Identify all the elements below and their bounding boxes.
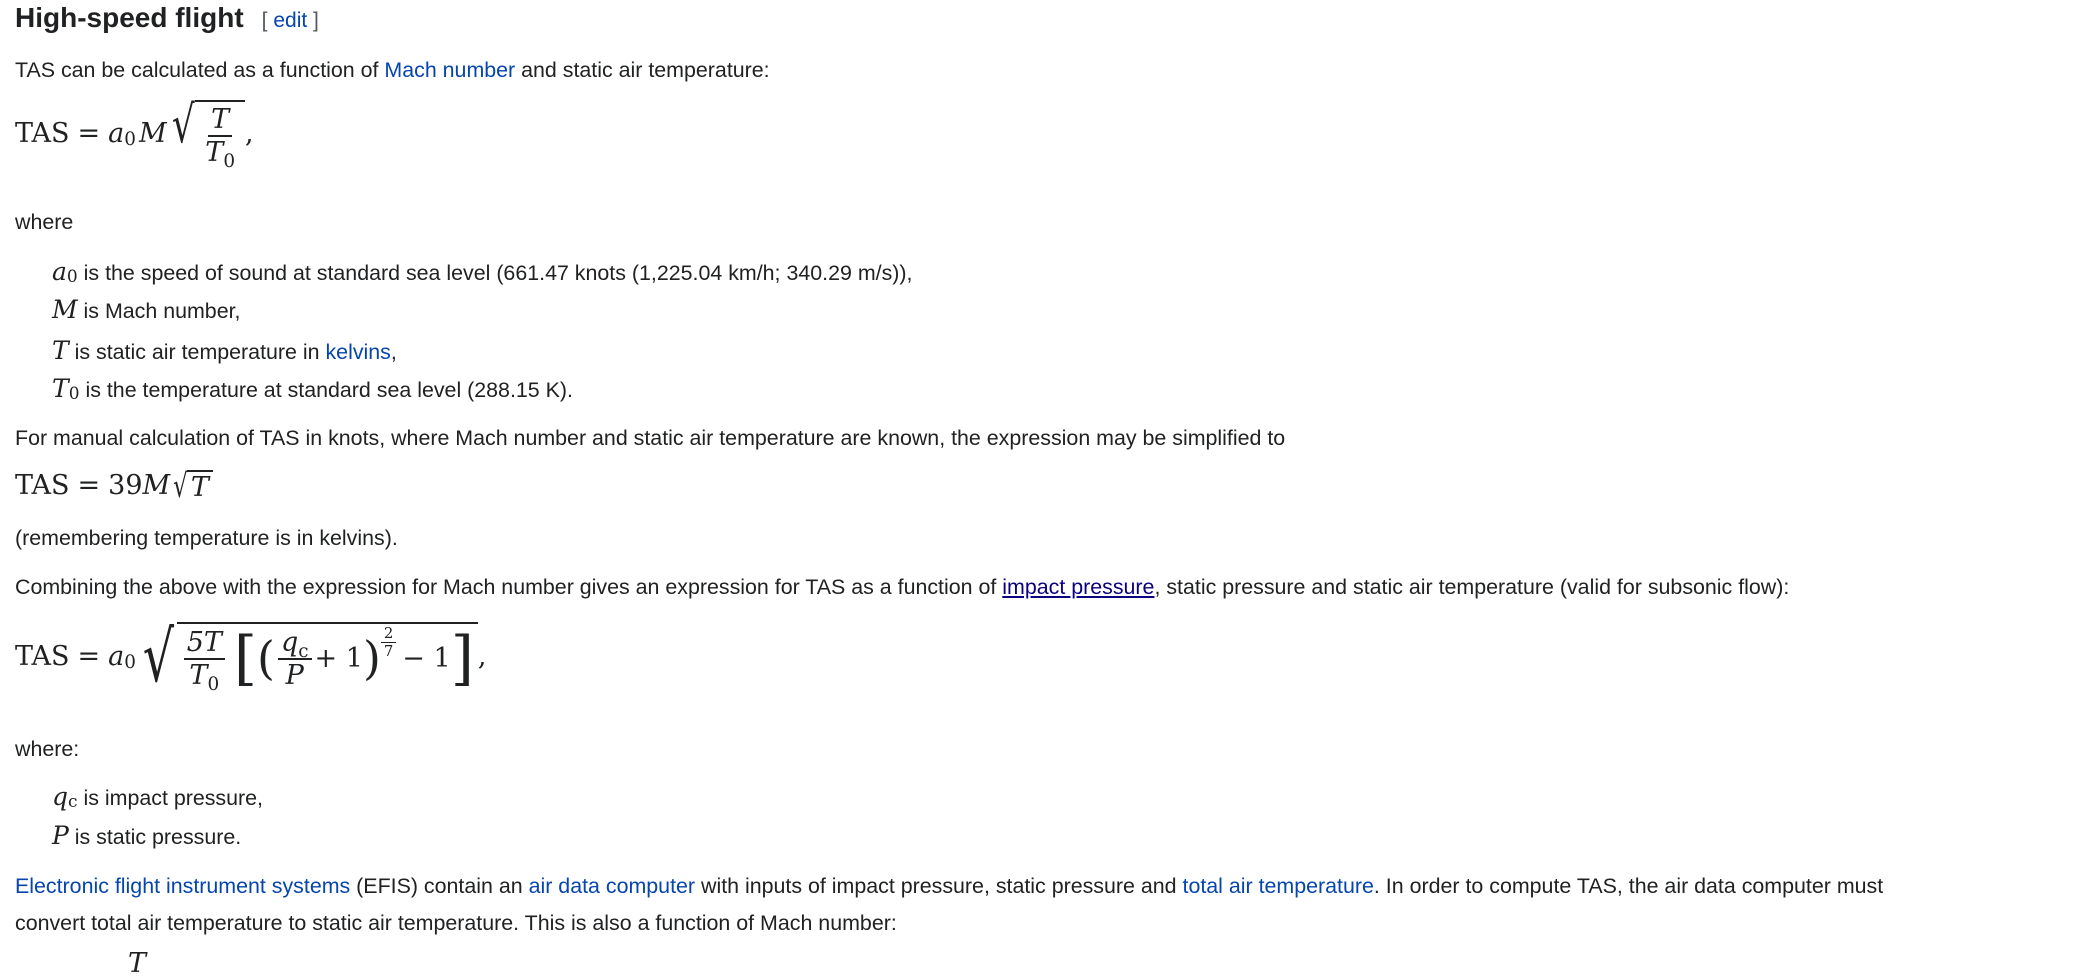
link-mach-number[interactable]: Mach number: [384, 58, 515, 82]
definition-P: P is static pressure.: [52, 821, 242, 850]
link-efis[interactable]: Electronic flight instrument systems: [15, 874, 350, 898]
formula-tas-mach: TAS = a 0 M √ T T0,: [15, 95, 254, 172]
where-label: where: [15, 210, 74, 234]
formula-partial-cutoff: T: [128, 948, 147, 979]
edit-link[interactable]: edit: [273, 9, 307, 32]
heading-title: High-speed flight: [15, 2, 244, 33]
definition-T0: T0 is the temperature at standard sea le…: [52, 374, 573, 405]
paragraph-remembering: (remembering temperature is in kelvins).: [15, 526, 398, 550]
link-impact-pressure[interactable]: impact pressure: [1002, 575, 1154, 599]
paragraph-manual: For manual calculation of TAS in knots, …: [15, 426, 1286, 450]
definition-qc: qc is impact pressure,: [52, 782, 263, 813]
formula-tas-simplified: TAS = 39 M √ T: [15, 470, 213, 502]
paragraph-efis: Electronic flight instrument systems (EF…: [15, 874, 1884, 898]
paragraph-efis-line2: convert total air temperature to static …: [15, 911, 897, 935]
where-label-2: where:: [15, 737, 80, 761]
section-heading: High-speed flight [ edit ]: [15, 2, 319, 34]
paragraph-combining: Combining the above with the expression …: [15, 575, 1790, 599]
paragraph-intro: TAS can be calculated as a function of M…: [15, 58, 770, 82]
link-total-air-temperature[interactable]: total air temperature: [1183, 874, 1374, 898]
formula-tas-subsonic: TAS = a 0 √ 5T T0 [( qc P + 1) 27 − 1] ,: [15, 616, 487, 698]
definition-T: T is static air temperature in kelvins,: [52, 336, 397, 365]
link-kelvins[interactable]: kelvins: [325, 340, 390, 364]
edit-section: [ edit ]: [261, 9, 319, 32]
link-air-data-computer[interactable]: air data computer: [529, 874, 695, 898]
definition-M: M is Mach number,: [52, 295, 241, 324]
definition-a0: a0 is the speed of sound at standard sea…: [52, 257, 913, 288]
